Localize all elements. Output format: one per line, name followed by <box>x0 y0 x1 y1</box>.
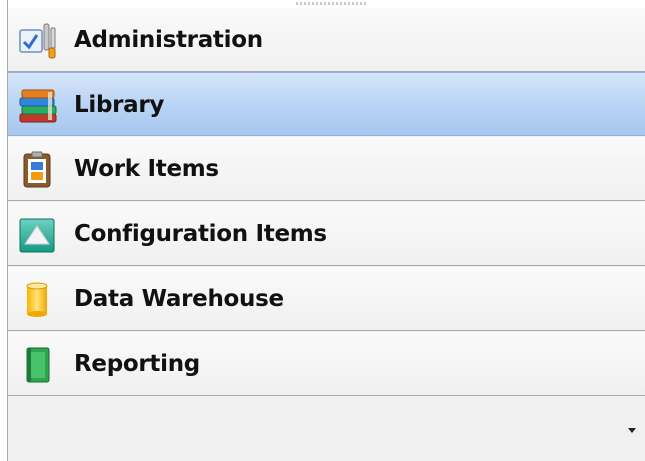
nav-item-reporting[interactable]: Reporting <box>8 332 645 396</box>
nav-item-configuration-items[interactable]: Configuration Items <box>8 202 645 266</box>
nav-label-data-warehouse: Data Warehouse <box>74 286 284 312</box>
nav-label-reporting: Reporting <box>74 351 200 377</box>
resize-grip[interactable] <box>8 0 645 8</box>
configuration-items-icon <box>18 216 58 254</box>
nav-label-configuration-items: Configuration Items <box>74 221 327 247</box>
overflow-dropdown-icon[interactable] <box>628 428 636 433</box>
reporting-book-icon <box>18 346 58 384</box>
nav-label-work-items: Work Items <box>74 156 219 182</box>
nav-pane-footer <box>8 399 645 461</box>
navigation-pane: Administration Library Work Items Config… <box>7 0 645 461</box>
work-items-clipboard-icon <box>18 151 58 189</box>
nav-label-library: Library <box>74 92 165 118</box>
administration-icon <box>18 22 58 60</box>
nav-item-administration[interactable]: Administration <box>8 8 645 72</box>
library-books-icon <box>18 87 58 125</box>
data-warehouse-cylinder-icon <box>18 281 58 319</box>
nav-label-administration: Administration <box>74 27 263 53</box>
grip-dots <box>296 2 368 5</box>
nav-item-work-items[interactable]: Work Items <box>8 137 645 201</box>
nav-item-data-warehouse[interactable]: Data Warehouse <box>8 267 645 331</box>
nav-item-library[interactable]: Library <box>8 72 645 136</box>
